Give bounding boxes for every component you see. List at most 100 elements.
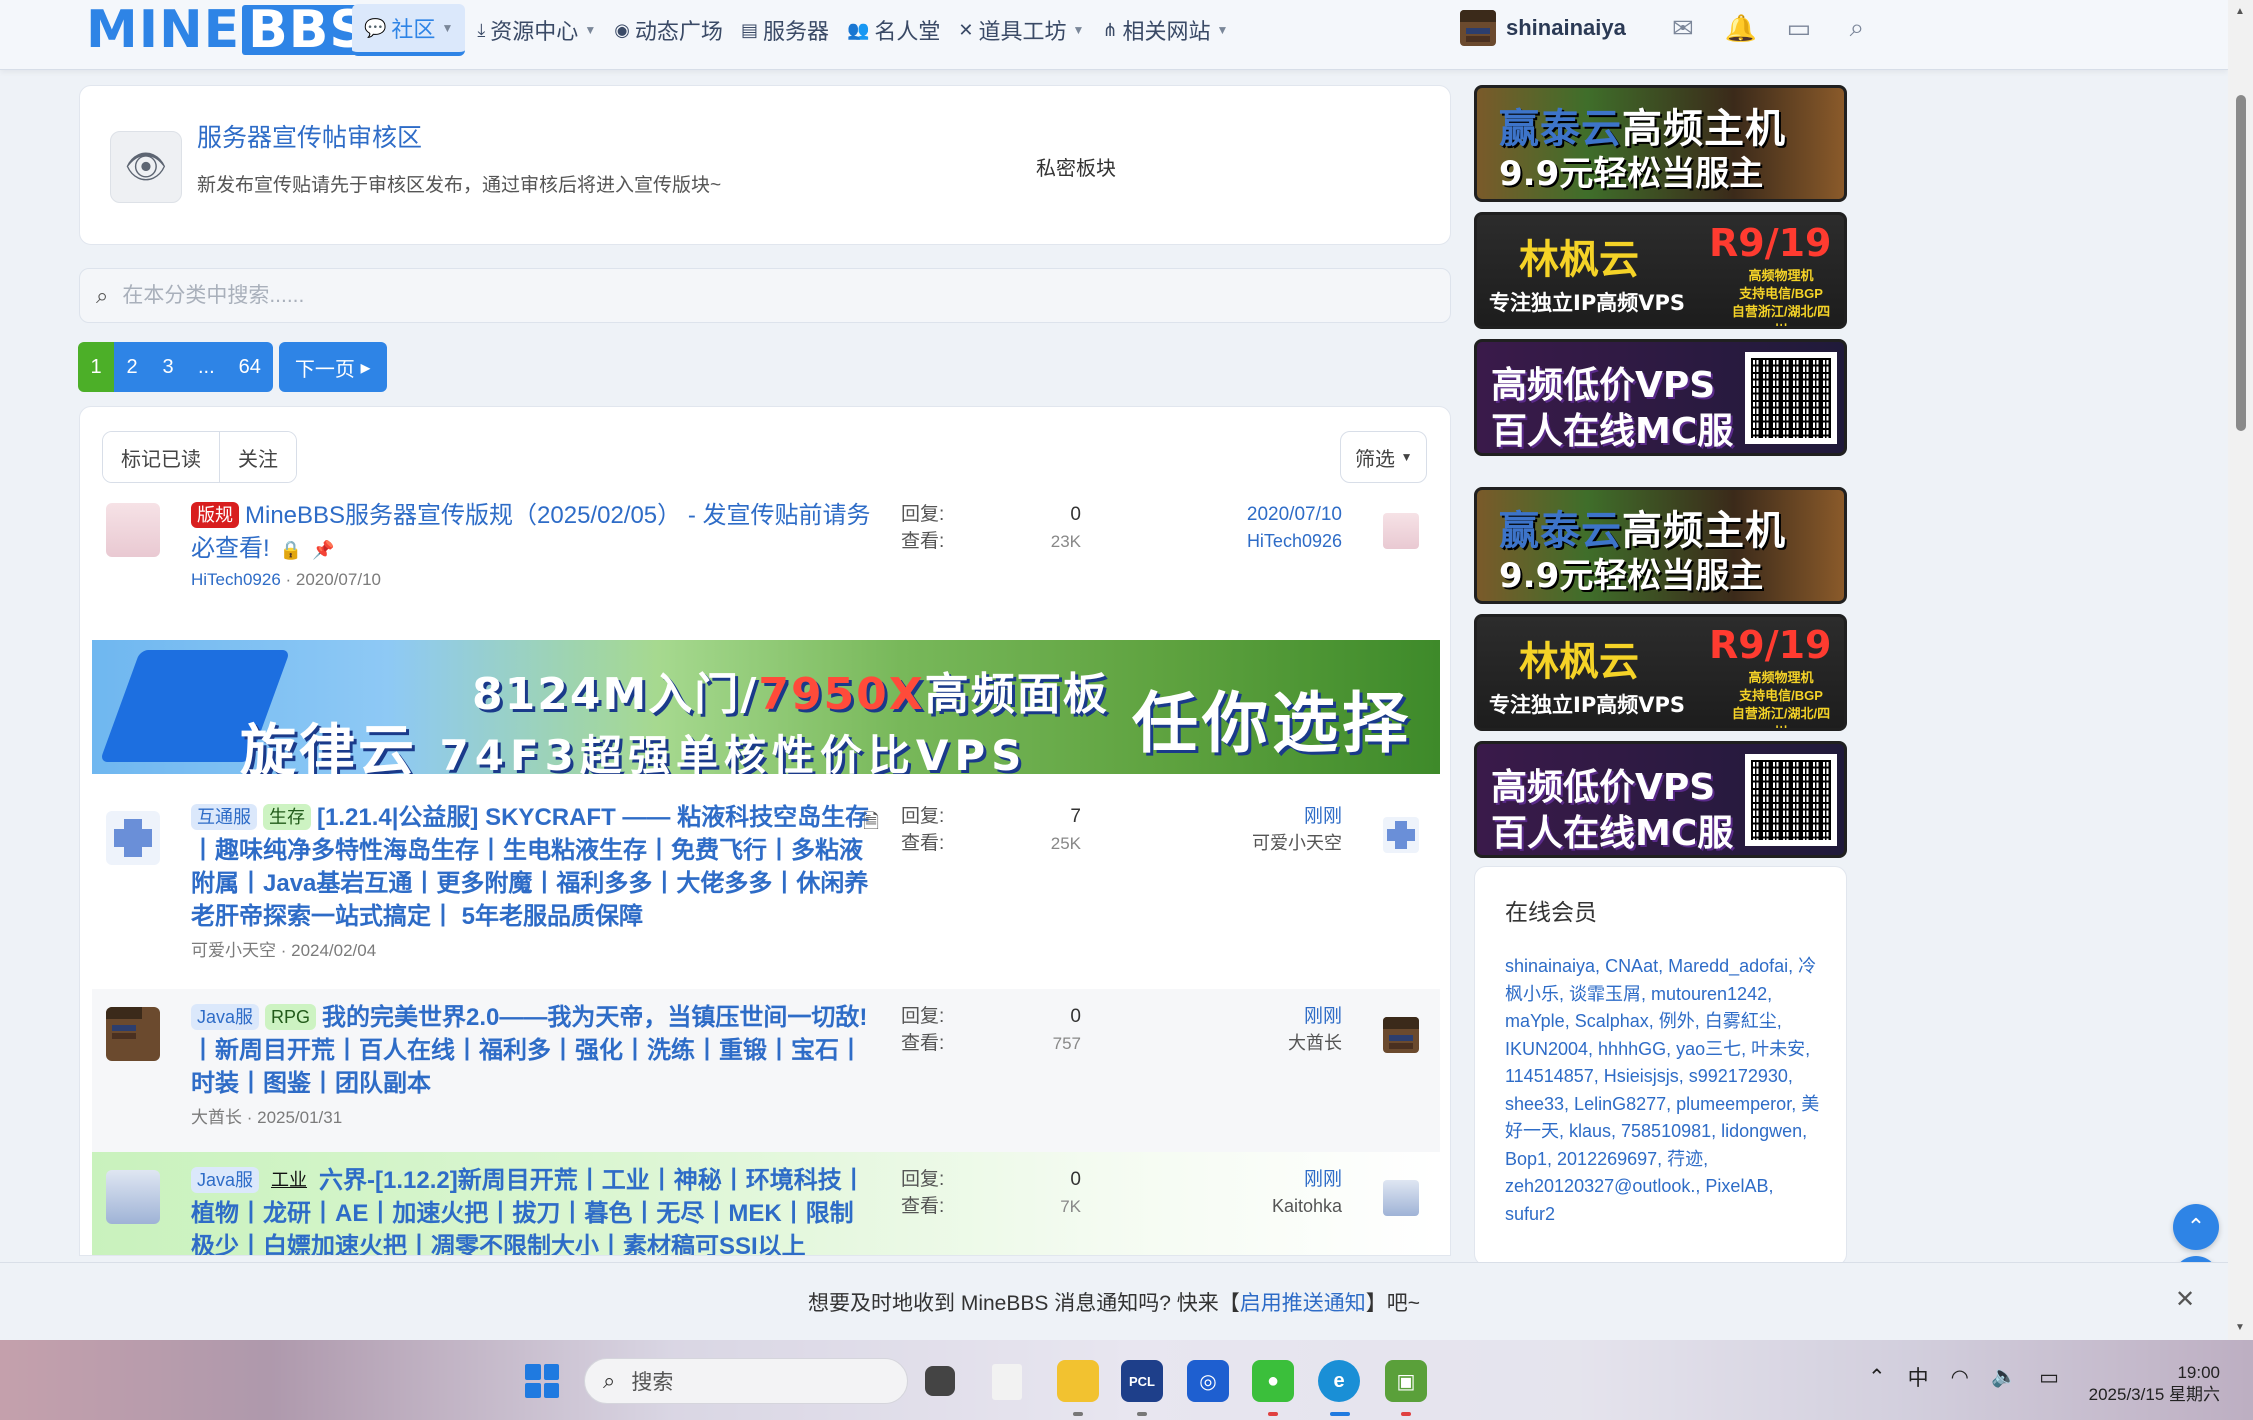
eye-icon: 👁 (110, 131, 182, 203)
pcl-launcher-icon[interactable]: PCL (1121, 1360, 1163, 1402)
author-link[interactable]: 大酋长 (191, 1108, 242, 1127)
enable-push-link[interactable]: 启用推送通知 (1240, 1287, 1366, 1317)
prefix-tag[interactable]: Java服 (191, 1167, 260, 1193)
search-input[interactable] (122, 283, 1323, 308)
thread-date: 2024/02/04 (291, 941, 377, 960)
taskbar-search[interactable]: ⌕ 搜索 (584, 1358, 908, 1404)
avatar[interactable] (106, 1007, 160, 1061)
nav-hall-of-fame[interactable]: 👥 名人堂 (841, 4, 946, 56)
reply-count: 0 (1070, 1006, 1081, 1027)
username[interactable]: shinainaiya (1506, 15, 1626, 41)
volume-icon[interactable]: 🔈 (1991, 1365, 2017, 1389)
page-2[interactable]: 2 (114, 342, 150, 392)
task-view-icon[interactable] (925, 1366, 955, 1396)
windows-start-icon[interactable] (525, 1364, 559, 1398)
last-post-user[interactable]: 大酋长 (1222, 1030, 1342, 1057)
notepad-icon[interactable] (992, 1364, 1022, 1400)
wechat-icon[interactable]: ● (1252, 1360, 1294, 1402)
last-post-user[interactable]: 可爱小天空 (1222, 830, 1342, 857)
avatar[interactable] (106, 811, 160, 865)
scroll-top-button[interactable]: ⌃ (2173, 1204, 2219, 1250)
nav-servers[interactable]: ▤ 服务器 (735, 4, 835, 56)
member-list[interactable]: shinainaiya, CNAat, Maredd_adofai, 冷枫小乐,… (1505, 953, 1825, 1228)
avatar-shape (114, 829, 152, 847)
win-tile (543, 1382, 559, 1398)
prefix-tag[interactable]: Java服 (191, 1004, 260, 1030)
scrollbar-thumb[interactable] (2236, 95, 2246, 431)
mark-read-button[interactable]: 标记已读 (103, 432, 219, 482)
search-icon[interactable]: ⌕ (1842, 12, 1872, 43)
page-64[interactable]: 64 (226, 342, 273, 392)
last-poster-avatar[interactable] (1383, 1017, 1419, 1053)
screenshot-tool-icon[interactable]: ◎ (1187, 1360, 1229, 1402)
prefix-tag[interactable]: 生存 (263, 804, 311, 830)
last-post-date[interactable]: 刚刚 (1222, 803, 1342, 830)
last-post-user[interactable]: Kaitohka (1222, 1193, 1342, 1220)
prefix-tag[interactable]: 工业 (265, 1167, 313, 1193)
scroll-up-arrow[interactable]: ▲ (2235, 6, 2245, 17)
thread-title[interactable]: 版规 MineBBS服务器宣传版规（2025/02/05） - 发宣传贴前请务必查… (191, 499, 871, 567)
author-link[interactable]: HiTech0926 (191, 570, 281, 589)
nav-community[interactable]: 💬 社区 ▼ (352, 4, 466, 56)
thread-main: 版规 MineBBS服务器宣传版规（2025/02/05） - 发宣传贴前请务必查… (191, 499, 871, 590)
last-post-date[interactable]: 刚刚 (1222, 1003, 1342, 1030)
prefix-tag[interactable]: RPG (265, 1004, 317, 1030)
last-post-date[interactable]: 刚刚 (1222, 1166, 1342, 1193)
ad-vps-qr-2[interactable]: 高频低价VPS 百人在线MC服 (1474, 741, 1847, 858)
avatar[interactable] (106, 1170, 160, 1224)
file-explorer-icon[interactable] (1057, 1360, 1099, 1402)
last-post-user[interactable]: HiTech0926 (1222, 528, 1342, 555)
chevron-up-icon[interactable]: ⌃ (1868, 1365, 1886, 1390)
nav-feed[interactable]: ◉ 动态广场 (608, 4, 729, 56)
site-logo[interactable]: MINE BBS (86, 0, 374, 60)
close-icon[interactable]: ✕ (2175, 1285, 2195, 1314)
ad-yingtaiyun-2[interactable]: 赢泰云高频主机 9.9元轻松当服主 (1474, 487, 1847, 604)
thread-title[interactable]: 互通服 生存 [1.21.4|公益服] SKYCRAFT —— 粘液科技空岛生存丨趣… (191, 801, 871, 933)
prefix-tag[interactable]: 互通服 (191, 804, 257, 830)
ad-line-1: 高频低价VPS (1491, 767, 1716, 808)
page-1[interactable]: 1 (78, 342, 114, 392)
battery-icon[interactable]: ▭ (2039, 1365, 2059, 1390)
avatar[interactable] (1460, 10, 1496, 46)
ad-linfengyun-1[interactable]: 林枫云 专注独立IP高频VPS R9/19 高频物理机 支持电信/BGP 自营浙… (1474, 212, 1847, 329)
banner-bottom: 74F3超强单核性价比VPS (439, 731, 1028, 774)
nav-workshop[interactable]: ✕ 道具工坊 ▼ (952, 4, 1090, 56)
thread-title[interactable]: Java服 工业 六界-[1.12.2]新周目开荒丨工业丨神秘丨环境科技丨植物丨龙研… (191, 1164, 871, 1255)
minecraft-icon[interactable]: ▣ (1385, 1360, 1427, 1402)
scroll-down-arrow[interactable]: ▼ (2235, 1322, 2245, 1333)
ad-yingtaiyun-1[interactable]: 赢泰云高频主机 9.9元轻松当服主 (1474, 85, 1847, 202)
last-poster-avatar[interactable] (1383, 817, 1419, 853)
page-scrollbar[interactable]: ▲ ▼ (2228, 0, 2253, 1340)
search-icon: ⌕ (603, 1368, 616, 1393)
ad-linfengyun-2[interactable]: 林枫云 专注独立IP高频VPS R9/19 高频物理机 支持电信/BGP 自营浙… (1474, 614, 1847, 731)
edge-browser-icon[interactable]: e (1318, 1360, 1360, 1402)
wifi-icon[interactable]: ◠ (1951, 1365, 1969, 1390)
clock-time: 19:00 (2177, 1363, 2220, 1382)
wallet-icon[interactable]: ▭ (1784, 13, 1814, 43)
mail-icon[interactable]: ✉ (1668, 13, 1698, 43)
follow-button[interactable]: 关注 (219, 432, 296, 482)
author-link[interactable]: 可爱小天空 (191, 941, 276, 960)
nav-related-sites[interactable]: ⋔ 相关网站 ▼ (1096, 4, 1234, 56)
last-poster-avatar[interactable] (1383, 1180, 1419, 1216)
qr-code (1745, 754, 1837, 846)
page-3[interactable]: 3 (150, 342, 186, 392)
filter-button[interactable]: 筛选 ▼ (1340, 431, 1428, 483)
thread-main: Java服 RPG 我的完美世界2.0——我为天帝，当镇压世间一切敌!丨新周目开荒丨… (191, 1001, 871, 1128)
nav-resources[interactable]: ⤓ 资源中心 ▼ (471, 4, 602, 56)
taskbar-clock[interactable]: 19:00 2025/3/15 星期六 (2080, 1362, 2220, 1406)
ad-vps-qr-1[interactable]: 高频低价VPS 百人在线MC服 (1474, 339, 1847, 456)
ime-indicator[interactable]: 中 (1908, 1362, 1929, 1392)
bell-icon[interactable]: 🔔 (1725, 13, 1757, 43)
next-page-button[interactable]: 下一页 ▸ (278, 342, 387, 392)
forum-title-link[interactable]: 服务器宣传帖审核区 (197, 118, 422, 154)
last-post-date[interactable]: 2020/07/10 (1222, 501, 1342, 528)
list-actions: 标记已读 关注 (102, 431, 297, 483)
avatar[interactable] (106, 503, 160, 557)
last-poster-avatar[interactable] (1383, 513, 1419, 549)
page-ellipsis[interactable]: ... (186, 342, 227, 392)
view-count: 25K (1050, 834, 1081, 853)
ad-banner-wide[interactable]: 8124M入门/7950X高频面板 旋律云 74F3超强单核性价比VPS 任你选… (92, 640, 1440, 774)
prefix-tag[interactable]: 版规 (191, 502, 239, 528)
thread-title[interactable]: Java服 RPG 我的完美世界2.0——我为天帝，当镇压世间一切敌!丨新周目开荒丨… (191, 1001, 871, 1100)
